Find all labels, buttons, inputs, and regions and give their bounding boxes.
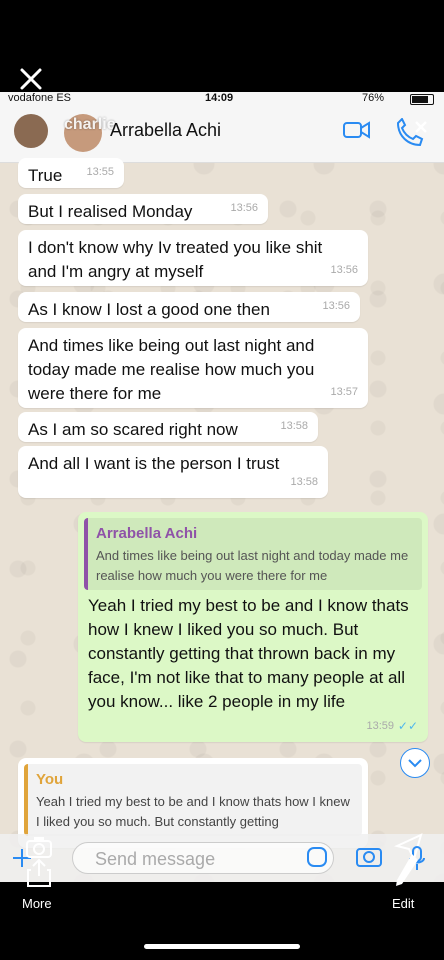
share-icon[interactable] bbox=[26, 858, 52, 888]
contact-name[interactable]: Arrabella Achi bbox=[110, 120, 221, 141]
message-bubble[interactable]: As I know I lost a good one then 13:56 bbox=[18, 292, 360, 322]
message-time: 13:56 bbox=[322, 300, 350, 312]
scroll-down-button[interactable] bbox=[400, 748, 430, 778]
message-bubble[interactable]: True 13:55 bbox=[18, 158, 124, 188]
message-text: As I know I lost a good one then bbox=[28, 300, 270, 319]
clock: 14:09 bbox=[205, 92, 234, 104]
message-text: Yeah I tried my best to be and I know th… bbox=[88, 596, 409, 711]
carrier: vodafone ES bbox=[8, 92, 71, 104]
outgoing-message-bubble[interactable]: Arrabella Achi And times like being out … bbox=[78, 512, 428, 742]
quoted-sender: Arrabella Achi bbox=[96, 525, 198, 542]
message-text: As I am so scared right now bbox=[28, 420, 238, 439]
avatar bbox=[14, 114, 48, 148]
quoted-sender: You bbox=[36, 771, 64, 788]
quoted-message[interactable]: You Yeah I tried my best to be and I kno… bbox=[24, 764, 362, 836]
sticker-icon[interactable] bbox=[306, 846, 328, 868]
chevron-down-icon bbox=[408, 759, 422, 768]
edit-button[interactable]: Edit bbox=[392, 896, 414, 911]
message-time: 13:56 bbox=[330, 264, 358, 276]
home-indicator bbox=[144, 944, 300, 949]
message-bubble[interactable]: As I am so scared right now 13:58 bbox=[18, 412, 318, 442]
more-button[interactable]: More bbox=[22, 896, 52, 911]
pen-icon[interactable] bbox=[394, 852, 420, 888]
message-text: And times like being out last night and … bbox=[28, 336, 315, 403]
message-bubble[interactable]: I don't know why Iv treated you like shi… bbox=[18, 230, 368, 286]
message-time: 13:59 bbox=[366, 720, 394, 732]
send-message-input[interactable]: Send message bbox=[72, 842, 334, 874]
message-time: 13:58 bbox=[280, 420, 308, 432]
battery-level: 76% bbox=[362, 92, 385, 104]
message-time: 13:55 bbox=[86, 166, 114, 178]
message-time: 13:56 bbox=[230, 202, 258, 214]
quoted-text: And times like being out last night and … bbox=[96, 548, 409, 583]
quoted-message[interactable]: Arrabella Achi And times like being out … bbox=[84, 518, 422, 590]
phone-call-icon[interactable] bbox=[394, 118, 428, 148]
close-icon[interactable] bbox=[18, 66, 44, 92]
message-time: 13:57 bbox=[330, 386, 358, 398]
quoted-text: Yeah I tried my best to be and I know th… bbox=[36, 794, 350, 829]
story-handle: charlie bbox=[64, 116, 116, 133]
composer-bar: Send message bbox=[0, 833, 444, 882]
camera-icon[interactable] bbox=[356, 844, 382, 868]
camera-icon[interactable] bbox=[26, 836, 52, 858]
message-bubble[interactable]: But I realised Monday 13:56 bbox=[18, 194, 268, 224]
chat-header: charlie Arrabella Achi bbox=[0, 106, 444, 163]
message-time: 13:58 bbox=[290, 476, 318, 488]
battery-icon bbox=[410, 94, 434, 105]
message-bubble[interactable]: And all I want is the person I trust 13:… bbox=[18, 446, 328, 498]
status-bar: vodafone ES 14:09 76% bbox=[0, 92, 444, 106]
message-text: And all I want is the person I trust bbox=[28, 454, 280, 473]
message-bubble[interactable]: And times like being out last night and … bbox=[18, 328, 368, 408]
read-ticks-icon: ✓✓ bbox=[397, 719, 418, 733]
message-text: I don't know why Iv treated you like shi… bbox=[28, 238, 323, 281]
whatsapp-screenshot: vodafone ES 14:09 76% charlie Arrabella … bbox=[0, 92, 444, 882]
video-call-icon[interactable] bbox=[343, 120, 371, 140]
